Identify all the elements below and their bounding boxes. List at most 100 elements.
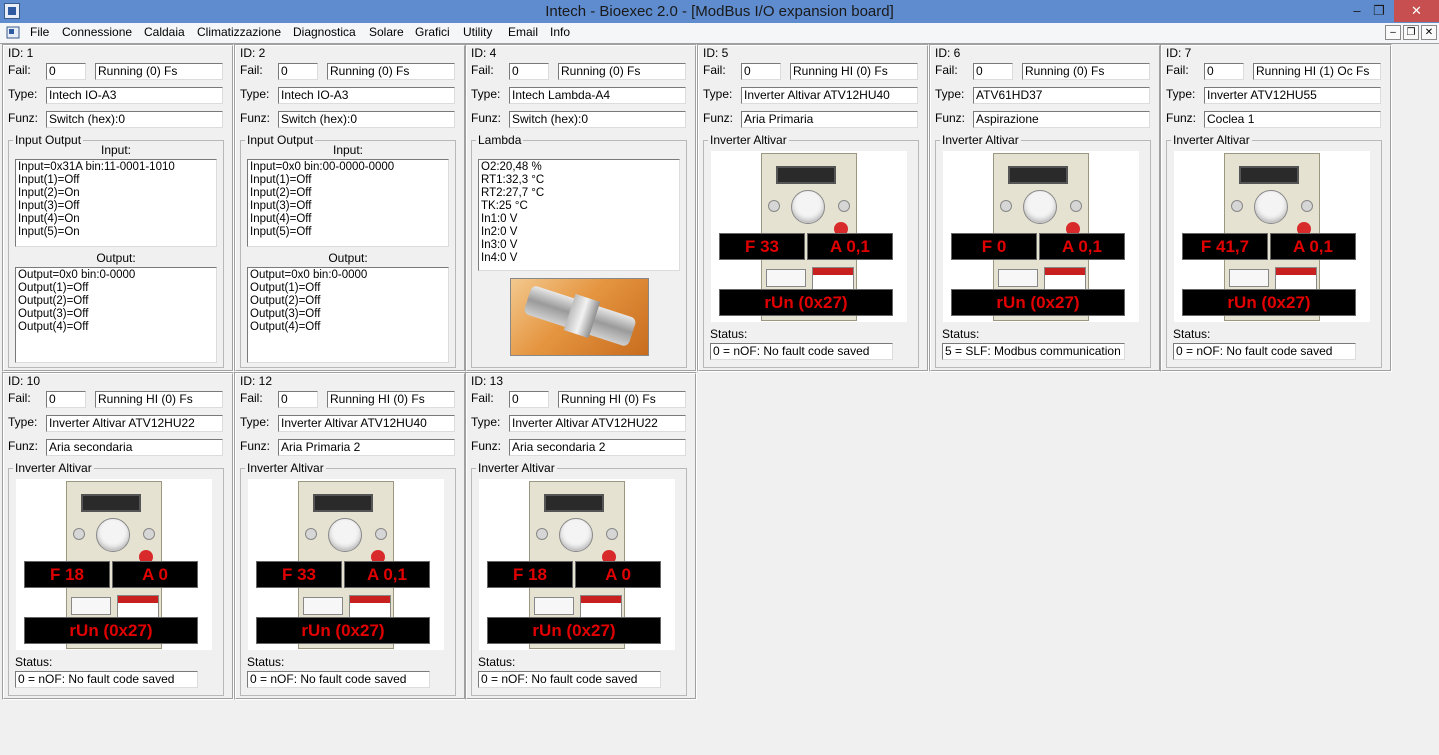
menu-grafici[interactable]: Grafici [415, 25, 450, 39]
funz-field[interactable]: Switch (hex):0 [509, 111, 686, 128]
group-title: Lambda [476, 133, 524, 147]
funz-field[interactable]: Aspirazione [973, 111, 1150, 128]
type-field[interactable]: Intech IO-A3 [278, 87, 455, 104]
group-title: Inverter Altivar [1171, 133, 1252, 147]
fail-count-field[interactable]: 0 [509, 63, 549, 80]
list-item: Output(4)=Off [250, 321, 321, 333]
device-panel-id2: ID: 2 Fail: 0 Running (0) Fs Type: Intec… [234, 44, 466, 372]
menu-info[interactable]: Info [550, 25, 570, 39]
close-button[interactable]: ✕ [1394, 0, 1439, 22]
fail-count-field[interactable]: 0 [46, 63, 86, 80]
running-status-field[interactable]: Running HI (1) Oc Fs [1253, 63, 1381, 80]
type-field[interactable]: ATV61HD37 [973, 87, 1150, 104]
type-field[interactable]: Intech IO-A3 [46, 87, 223, 104]
inverter-group: Inverter Altivar F 33 A 0,1 rUn (0x27) S… [240, 461, 456, 696]
list-item: Input(5)=Off [250, 226, 312, 238]
type-field[interactable]: Intech Lambda-A4 [509, 87, 686, 104]
type-label: Type: [240, 87, 270, 101]
status-label: Status: [1173, 327, 1211, 341]
fail-label: Fail: [935, 63, 958, 77]
status-field[interactable]: 5 = SLF: Modbus communication inter [942, 343, 1125, 360]
status-field[interactable]: 0 = nOF: No fault code saved [478, 671, 661, 688]
menu-caldaia[interactable]: Caldaia [144, 25, 185, 39]
menu-solare[interactable]: Solare [369, 25, 404, 39]
type-label: Type: [8, 415, 38, 429]
status-field[interactable]: 0 = nOF: No fault code saved [1173, 343, 1356, 360]
device-panel-id4: ID: 4 Fail: 0 Running (0) Fs Type: Intec… [465, 44, 697, 372]
drive-state-readout: rUn (0x27) [719, 289, 893, 316]
running-status-field[interactable]: Running HI (0) Fs [790, 63, 918, 80]
status-label: Status: [478, 655, 516, 669]
lambda-listbox[interactable]: O2:20,48 % RT1:32,3 °C RT2:27,7 °C TK:25… [478, 159, 680, 271]
running-status-field[interactable]: Running HI (0) Fs [95, 391, 223, 408]
current-readout: A 0,1 [1270, 233, 1356, 260]
menu-diagnostica[interactable]: Diagnostica [293, 25, 356, 39]
fail-label: Fail: [1166, 63, 1189, 77]
list-item: Output(4)=Off [18, 321, 89, 333]
list-item: Input=0x0 bin:00-0000-0000 [250, 161, 395, 173]
frequency-readout: F 0 [951, 233, 1037, 260]
fail-count-field[interactable]: 0 [741, 63, 781, 80]
status-field[interactable]: 0 = nOF: No fault code saved [15, 671, 198, 688]
status-label: Status: [942, 327, 980, 341]
type-field[interactable]: Inverter Altivar ATV12HU22 [46, 415, 223, 432]
fail-count-field[interactable]: 0 [278, 63, 318, 80]
funz-field[interactable]: Aria Primaria [741, 111, 918, 128]
funz-field[interactable]: Aria secondaria 2 [509, 439, 686, 456]
group-title: Inverter Altivar [13, 461, 94, 475]
input-listbox[interactable]: Input=0x0 bin:00-0000-0000 Input(1)=Off … [247, 159, 449, 247]
status-label: Status: [15, 655, 53, 669]
fail-count-field[interactable]: 0 [1204, 63, 1244, 80]
menu-file[interactable]: File [30, 25, 49, 39]
menu-climatizzazione[interactable]: Climatizzazione [197, 25, 281, 39]
type-field[interactable]: Inverter Altivar ATV12HU40 [741, 87, 918, 104]
type-label: Type: [471, 415, 501, 429]
current-readout: A 0,1 [807, 233, 893, 260]
input-listbox[interactable]: Input=0x31A bin:11-0001-1010 Input(1)=Of… [15, 159, 217, 247]
menu-connessione[interactable]: Connessione [62, 25, 132, 39]
mdi-restore-button[interactable]: ❐ [1403, 25, 1419, 40]
fail-count-field[interactable]: 0 [278, 391, 318, 408]
frequency-readout: F 33 [256, 561, 342, 588]
funz-label: Funz: [240, 439, 271, 453]
fail-count-field[interactable]: 0 [46, 391, 86, 408]
running-status-field[interactable]: Running HI (0) Fs [558, 391, 686, 408]
funz-field[interactable]: Aria Primaria 2 [278, 439, 455, 456]
funz-field[interactable]: Aria secondaria [46, 439, 223, 456]
type-field[interactable]: Inverter ATV12HU55 [1204, 87, 1381, 104]
device-panel-id10: ID: 10 Fail: 0 Running HI (0) Fs Type: I… [2, 372, 234, 700]
funz-label: Funz: [471, 439, 502, 453]
running-status-field[interactable]: Running (0) Fs [1022, 63, 1150, 80]
running-status-field[interactable]: Running HI (0) Fs [327, 391, 455, 408]
funz-field[interactable]: Coclea 1 [1204, 111, 1381, 128]
list-item: Input(1)=Off [18, 174, 80, 186]
funz-field[interactable]: Switch (hex):0 [278, 111, 455, 128]
funz-label: Funz: [240, 111, 271, 125]
list-item: RT2:27,7 °C [481, 187, 545, 199]
status-field[interactable]: 0 = nOF: No fault code saved [247, 671, 430, 688]
type-field[interactable]: Inverter Altivar ATV12HU22 [509, 415, 686, 432]
fail-count-field[interactable]: 0 [973, 63, 1013, 80]
status-label: Status: [247, 655, 285, 669]
running-status-field[interactable]: Running (0) Fs [95, 63, 223, 80]
mdi-controls: – ❐ ✕ [1383, 24, 1437, 40]
output-listbox[interactable]: Output=0x0 bin:0-0000 Output(1)=Off Outp… [247, 267, 449, 363]
list-item: Input(4)=On [18, 213, 80, 225]
maximize-button[interactable]: ❐ [1364, 0, 1394, 22]
fail-count-field[interactable]: 0 [509, 391, 549, 408]
type-field[interactable]: Inverter Altivar ATV12HU40 [278, 415, 455, 432]
list-item: Input(2)=On [18, 187, 80, 199]
running-status-field[interactable]: Running (0) Fs [327, 63, 455, 80]
list-item: Input(3)=Off [18, 200, 80, 212]
funz-field[interactable]: Switch (hex):0 [46, 111, 223, 128]
funz-label: Funz: [703, 111, 734, 125]
output-listbox[interactable]: Output=0x0 bin:0-0000 Output(1)=Off Outp… [15, 267, 217, 363]
mdi-document-icon[interactable] [6, 26, 20, 39]
running-status-field[interactable]: Running (0) Fs [558, 63, 686, 80]
menu-email[interactable]: Email [508, 25, 538, 39]
mdi-minimize-button[interactable]: – [1385, 25, 1401, 40]
status-field[interactable]: 0 = nOF: No fault code saved [710, 343, 893, 360]
menu-utility[interactable]: Utility [463, 25, 492, 39]
mdi-close-button[interactable]: ✕ [1421, 25, 1437, 40]
fail-label: Fail: [471, 63, 494, 77]
